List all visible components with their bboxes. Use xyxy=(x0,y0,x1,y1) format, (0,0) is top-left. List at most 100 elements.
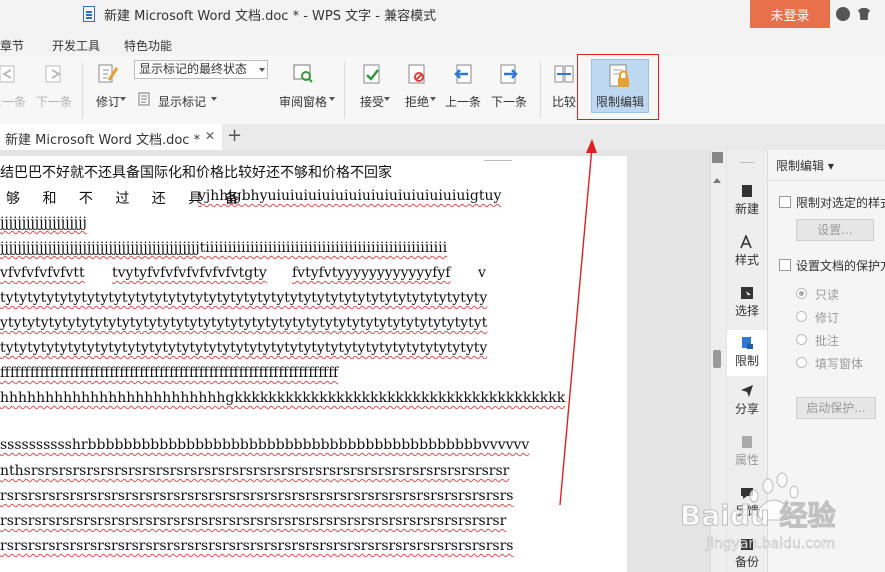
markup-mode-select[interactable]: 显示标记的最终状态 xyxy=(134,60,268,79)
drag-handle[interactable] xyxy=(740,162,754,163)
comments-radio[interactable] xyxy=(796,334,807,345)
chevron-down-icon[interactable] xyxy=(430,97,436,101)
forms-radio[interactable] xyxy=(796,357,807,368)
prev-change-icon xyxy=(0,65,15,83)
annotation-arrow xyxy=(559,139,597,506)
text-line[interactable]: rsrsrsrsrsrsrsrsrsrsrsrsrsrsrsrsrsrsrsrs… xyxy=(0,538,513,554)
accept-button[interactable]: 接受 xyxy=(350,56,394,116)
document-page[interactable]: 结巴巴不好就不还具备国际化和价格比较好还不够和价格不回家 够 和 不 过 还 具… xyxy=(0,156,627,572)
ribbon-separator xyxy=(82,62,83,118)
start-protect-button[interactable]: 启动保护... xyxy=(796,397,876,419)
properties-icon xyxy=(742,436,752,448)
login-button[interactable]: 未登录 xyxy=(750,0,830,28)
protect-doc-label: 设置文档的保护方 xyxy=(796,259,885,273)
menu-item-special[interactable]: 特色功能 xyxy=(124,37,172,54)
comments-label: 批注 xyxy=(815,334,840,348)
split-view-icon[interactable] xyxy=(712,152,723,163)
pane-divider xyxy=(767,180,885,181)
reject-icon xyxy=(408,64,425,84)
chevron-down-icon[interactable] xyxy=(211,97,217,101)
prev-change-button[interactable]: 上一条 xyxy=(0,56,28,116)
protect-doc-checkbox[interactable] xyxy=(779,259,791,271)
restrict-format-checkbox[interactable] xyxy=(779,196,791,208)
text-line[interactable]: rsrsrsrsrsrsrsrsrsrsrsrsrsrsrsrsrsrsrsrs… xyxy=(0,488,513,504)
next-arrow-icon xyxy=(500,64,518,84)
prev-arrow-icon xyxy=(454,64,472,84)
scroll-up-icon[interactable] xyxy=(713,178,721,183)
scrollbar-thumb[interactable] xyxy=(713,350,721,368)
skin-icon[interactable] xyxy=(836,7,850,21)
chevron-down-icon[interactable] xyxy=(329,97,335,101)
text-line[interactable]: tytytytytytytytytytytytytytytytytytytyty… xyxy=(0,290,487,306)
restrict-lock-icon xyxy=(742,337,753,349)
text-line[interactable]: ytytytytytytytytytytytytytytytytytytytyt… xyxy=(0,315,487,331)
prev-button[interactable]: 上一条 xyxy=(441,56,485,116)
style-icon xyxy=(740,235,752,249)
sidebar-item-label: 样式 xyxy=(734,253,759,267)
chevron-down-icon[interactable] xyxy=(120,97,126,101)
ribbon-separator xyxy=(540,62,541,118)
next-change-icon xyxy=(45,65,62,83)
text-line[interactable]: rsrsrsrsrsrsrsrsrsrsrsrsrsrsrsrsrsrsrsrs… xyxy=(0,513,506,529)
close-icon[interactable]: ✕ xyxy=(205,129,215,143)
forms-label: 填写窗体 xyxy=(815,357,864,371)
watermark-url: jingyan.baidu.com xyxy=(706,536,836,553)
text-line[interactable]: 结巴巴不好就不还具备国际化和价格比较好还不够和价格不回家 xyxy=(0,162,392,182)
watermark-brand: Baidu 经验 xyxy=(680,499,837,533)
revisions-label: 修订 xyxy=(815,311,840,325)
ribbon-separator xyxy=(344,62,345,118)
page-margin-mark xyxy=(484,156,512,161)
text-line[interactable]: ffffffffffffffffffffffffffffffffffffffff… xyxy=(0,365,338,381)
accept-check-icon xyxy=(363,64,380,84)
restrict-format-label: 限制对选定的样式 xyxy=(796,196,885,210)
text-line[interactable]: tytytytytytytytytytytytytytytytytytytyty… xyxy=(0,340,487,356)
sidebar-item-select[interactable]: 选择 xyxy=(727,286,767,328)
window-title: 新建 Microsoft Word 文档.doc * - WPS 文字 - 兼容… xyxy=(104,9,437,24)
sidebar-item-style[interactable]: 样式 xyxy=(727,235,767,277)
chevron-down-icon[interactable] xyxy=(384,97,390,101)
sidebar-item-label: 限制 xyxy=(734,354,759,368)
highlight-box xyxy=(577,54,659,120)
sidebar-item-share[interactable]: 分享 xyxy=(727,384,767,426)
text-line[interactable]: nthsrsrsrsrsrsrsrsrsrsrsrsrsrsrsrsrsrsrs… xyxy=(0,463,509,479)
compare-icon xyxy=(554,65,574,83)
text-line[interactable]: tvytyfvfvfvfvfvfvfvtgty xyxy=(112,265,267,281)
next-button[interactable]: 下一条 xyxy=(487,56,531,116)
sidebar-item-label: 分享 xyxy=(734,402,759,416)
sidebar-item-label: 属性 xyxy=(734,453,759,467)
text-line[interactable]: jjjjjjjjjjjjjjjjjjjjjjjjjjjjjjjjjjjjjjjj… xyxy=(0,240,447,256)
revisions-radio[interactable] xyxy=(796,311,807,322)
review-pane-button[interactable]: 审阅窗格 xyxy=(272,56,334,116)
sidebar-item-restrict[interactable]: 限制 xyxy=(727,330,767,376)
review-pane-icon xyxy=(293,64,313,83)
show-markup-icon xyxy=(138,92,150,106)
read-only-label: 只读 xyxy=(815,288,840,302)
reject-button[interactable]: 拒绝 xyxy=(395,56,439,116)
sidebar-item-label: 新建 xyxy=(734,202,759,216)
text-line[interactable]: fvtyfvtyyyyyyyyyyyyfyf xyxy=(292,265,451,281)
select-icon xyxy=(741,287,753,299)
menu-item-chapter[interactable]: 章节 xyxy=(0,37,24,54)
share-icon xyxy=(741,385,753,397)
text-line[interactable]: sssssssssshrbbbbbbbbbbbbbbbbbbbbbbbbbbbb… xyxy=(0,437,529,453)
new-document-icon xyxy=(742,185,752,197)
pane-title[interactable]: 限制编辑 ▾ xyxy=(776,157,834,174)
new-tab-button[interactable]: + xyxy=(227,125,242,146)
revise-button[interactable]: 修订 xyxy=(88,56,128,116)
settings-button[interactable]: 设置... xyxy=(796,219,874,241)
text-line[interactable]: jjjjjjjjjjjjjjjjjjjj xyxy=(0,215,87,231)
next-change-button[interactable]: 下一条 xyxy=(34,56,74,116)
menu-item-developer[interactable]: 开发工具 xyxy=(52,37,100,54)
document-icon xyxy=(83,6,95,22)
text-line[interactable]: hhhhhhhhhhhhhhhhhhhhhhhhhgkkkkkkkkkkkkkk… xyxy=(0,390,565,406)
text-line[interactable]: vjhhjgbhyuiuiuiuiuiuiuiuiuiuiuiuiuiuiuig… xyxy=(198,188,501,204)
revise-pen-icon xyxy=(98,64,119,83)
ribbon-toolbar: 上一条 下一条 修订 显示标记 审阅窗格 接受 拒绝 上一条 下一条 比较 xyxy=(0,56,885,125)
text-line[interactable]: v xyxy=(478,265,486,281)
tab-document-label: 新建 Microsoft Word 文档.doc * xyxy=(5,133,201,148)
text-line[interactable]: vfvfvfvfvfvtt xyxy=(0,265,85,281)
sidebar-item-label: 选择 xyxy=(734,304,759,318)
read-only-radio[interactable] xyxy=(796,288,807,299)
chevron-down-icon[interactable] xyxy=(259,68,265,72)
sidebar-item-new[interactable]: 新建 xyxy=(727,184,767,226)
